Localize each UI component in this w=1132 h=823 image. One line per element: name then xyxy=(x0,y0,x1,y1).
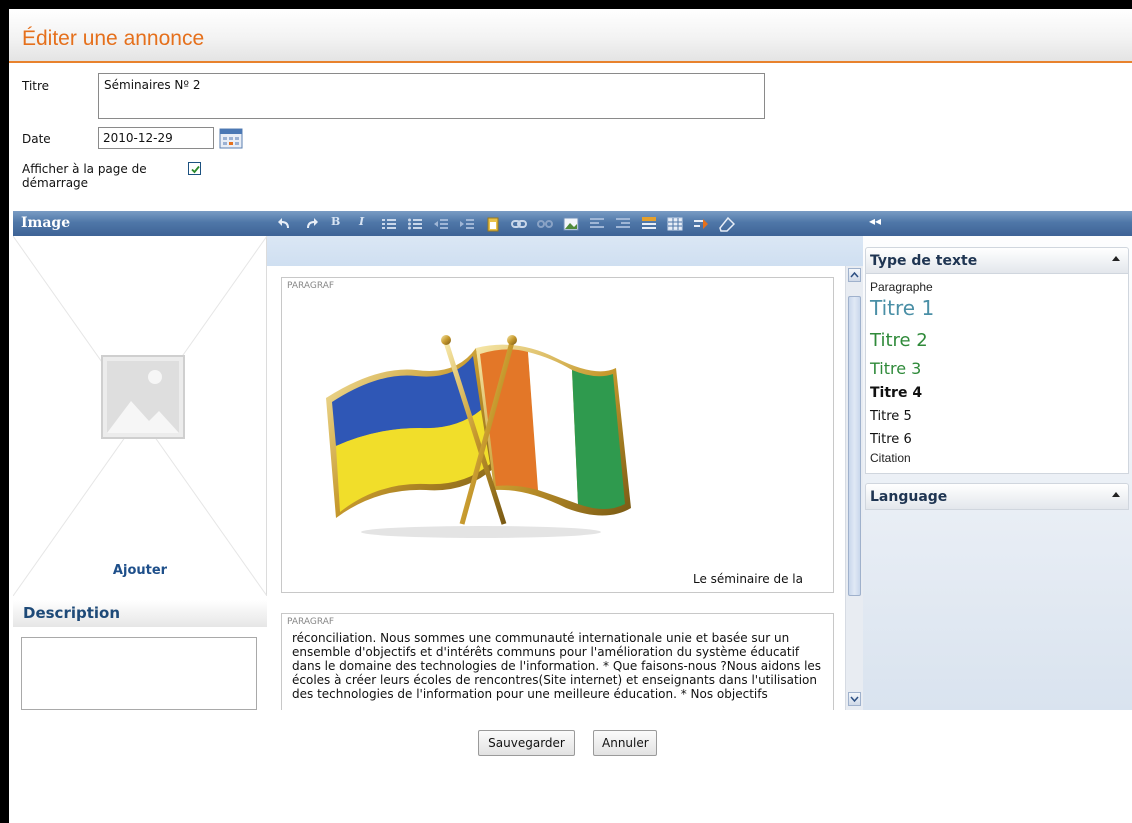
text-styles-list: Paragraphe Titre 1 Titre 2 Titre 3 Titre… xyxy=(865,274,1129,474)
paragraph-text: réconciliation. Nous sommes une communau… xyxy=(292,631,822,701)
afficher-checkbox[interactable] xyxy=(188,162,201,175)
type-de-texte-header[interactable]: Type de texte xyxy=(865,247,1129,274)
unordered-list-icon[interactable] xyxy=(407,216,423,232)
image-icon[interactable] xyxy=(563,216,579,232)
scroll-thumb[interactable] xyxy=(848,296,861,596)
date-input[interactable]: 2010-12-29 xyxy=(98,127,214,149)
editor-toolbar: B I xyxy=(267,211,863,236)
style-titre-4[interactable]: Titre 4 xyxy=(870,385,922,401)
style-titre-1[interactable]: Titre 1 xyxy=(870,296,934,320)
titre-input[interactable]: Séminaires Nº 2 xyxy=(98,73,765,119)
image-panel-header: Image xyxy=(13,211,267,236)
type-de-texte-title: Type de texte xyxy=(870,253,978,269)
align-left-icon[interactable] xyxy=(589,216,605,232)
collapse-icon[interactable]: ◂◂ xyxy=(869,214,881,228)
description-title: Description xyxy=(23,604,121,622)
image-dropzone[interactable] xyxy=(13,236,267,596)
style-citation[interactable]: Citation xyxy=(870,451,911,465)
titre-label: Titre xyxy=(22,79,50,93)
paragraph-block[interactable]: PARAGRAF réconciliation. Nous sommes une… xyxy=(281,613,834,710)
block-icon[interactable] xyxy=(641,216,657,232)
edit-announcement-page: Éditer une annonce Titre Séminaires Nº 2… xyxy=(9,9,1132,823)
style-titre-2[interactable]: Titre 2 xyxy=(870,330,928,351)
styles-panel: ◂◂ Type de texte Paragraphe Titre 1 Titr… xyxy=(863,211,1132,710)
image-placeholder-icon xyxy=(101,355,185,439)
flags-pin-image xyxy=(326,335,631,538)
scroll-down-button[interactable] xyxy=(848,692,861,706)
afficher-label-line2: démarrage xyxy=(22,176,89,190)
style-titre-3[interactable]: Titre 3 xyxy=(870,359,921,378)
paste-icon[interactable] xyxy=(485,216,501,232)
checkmark-icon xyxy=(191,165,200,174)
afficher-label: Afficher à la page de xyxy=(22,162,147,176)
ordered-list-icon[interactable] xyxy=(381,216,397,232)
save-button[interactable]: Sauvegarder xyxy=(478,730,575,756)
style-paragraphe[interactable]: Paragraphe xyxy=(870,280,933,294)
description-textarea[interactable] xyxy=(21,637,257,710)
paragraph-tag: PARAGRAF xyxy=(287,281,335,291)
calendar-icon[interactable] xyxy=(219,126,243,150)
cancel-button[interactable]: Annuler xyxy=(593,730,657,756)
date-label: Date xyxy=(22,132,51,146)
bold-icon[interactable]: B xyxy=(331,215,340,228)
table-icon[interactable] xyxy=(667,216,683,232)
styles-panel-header: ◂◂ xyxy=(863,211,1132,236)
editor-scrollbar[interactable] xyxy=(845,266,863,710)
image-panel xyxy=(13,236,267,596)
indent-icon[interactable] xyxy=(459,216,475,232)
collapse-up-icon xyxy=(1112,256,1120,261)
wrap-icon[interactable] xyxy=(693,216,709,232)
redo-icon[interactable] xyxy=(303,216,319,232)
chevron-down-icon xyxy=(850,696,859,703)
paragraph-block[interactable]: PARAGRAF Le séminaire de la xyxy=(281,277,834,593)
image-panel-title: Image xyxy=(21,215,71,231)
style-titre-6[interactable]: Titre 6 xyxy=(870,432,912,447)
align-right-icon[interactable] xyxy=(615,216,631,232)
collapse-up-icon xyxy=(1112,492,1120,497)
paragraph-tag: PARAGRAF xyxy=(287,617,335,627)
scroll-up-button[interactable] xyxy=(848,268,861,282)
eraser-icon[interactable] xyxy=(719,216,735,232)
chevron-up-icon xyxy=(850,271,859,278)
italic-icon[interactable]: I xyxy=(359,215,364,228)
language-title: Language xyxy=(870,489,948,505)
outdent-icon[interactable] xyxy=(433,216,449,232)
unlink-icon[interactable] xyxy=(537,216,553,232)
style-titre-5[interactable]: Titre 5 xyxy=(870,409,912,424)
editor-subbar xyxy=(267,236,863,266)
add-image-link[interactable]: Ajouter xyxy=(13,563,267,578)
undo-icon[interactable] xyxy=(277,216,293,232)
page-title: Éditer une annonce xyxy=(22,27,205,50)
link-icon[interactable] xyxy=(511,216,527,232)
page-header: Éditer une annonce xyxy=(9,9,1132,63)
block-caption: Le séminaire de la xyxy=(693,572,803,586)
language-header[interactable]: Language xyxy=(865,483,1129,510)
editor-content[interactable]: PARAGRAF Le séminaire de la PARAGRAF réc… xyxy=(267,266,845,710)
description-header: Description xyxy=(13,600,267,627)
